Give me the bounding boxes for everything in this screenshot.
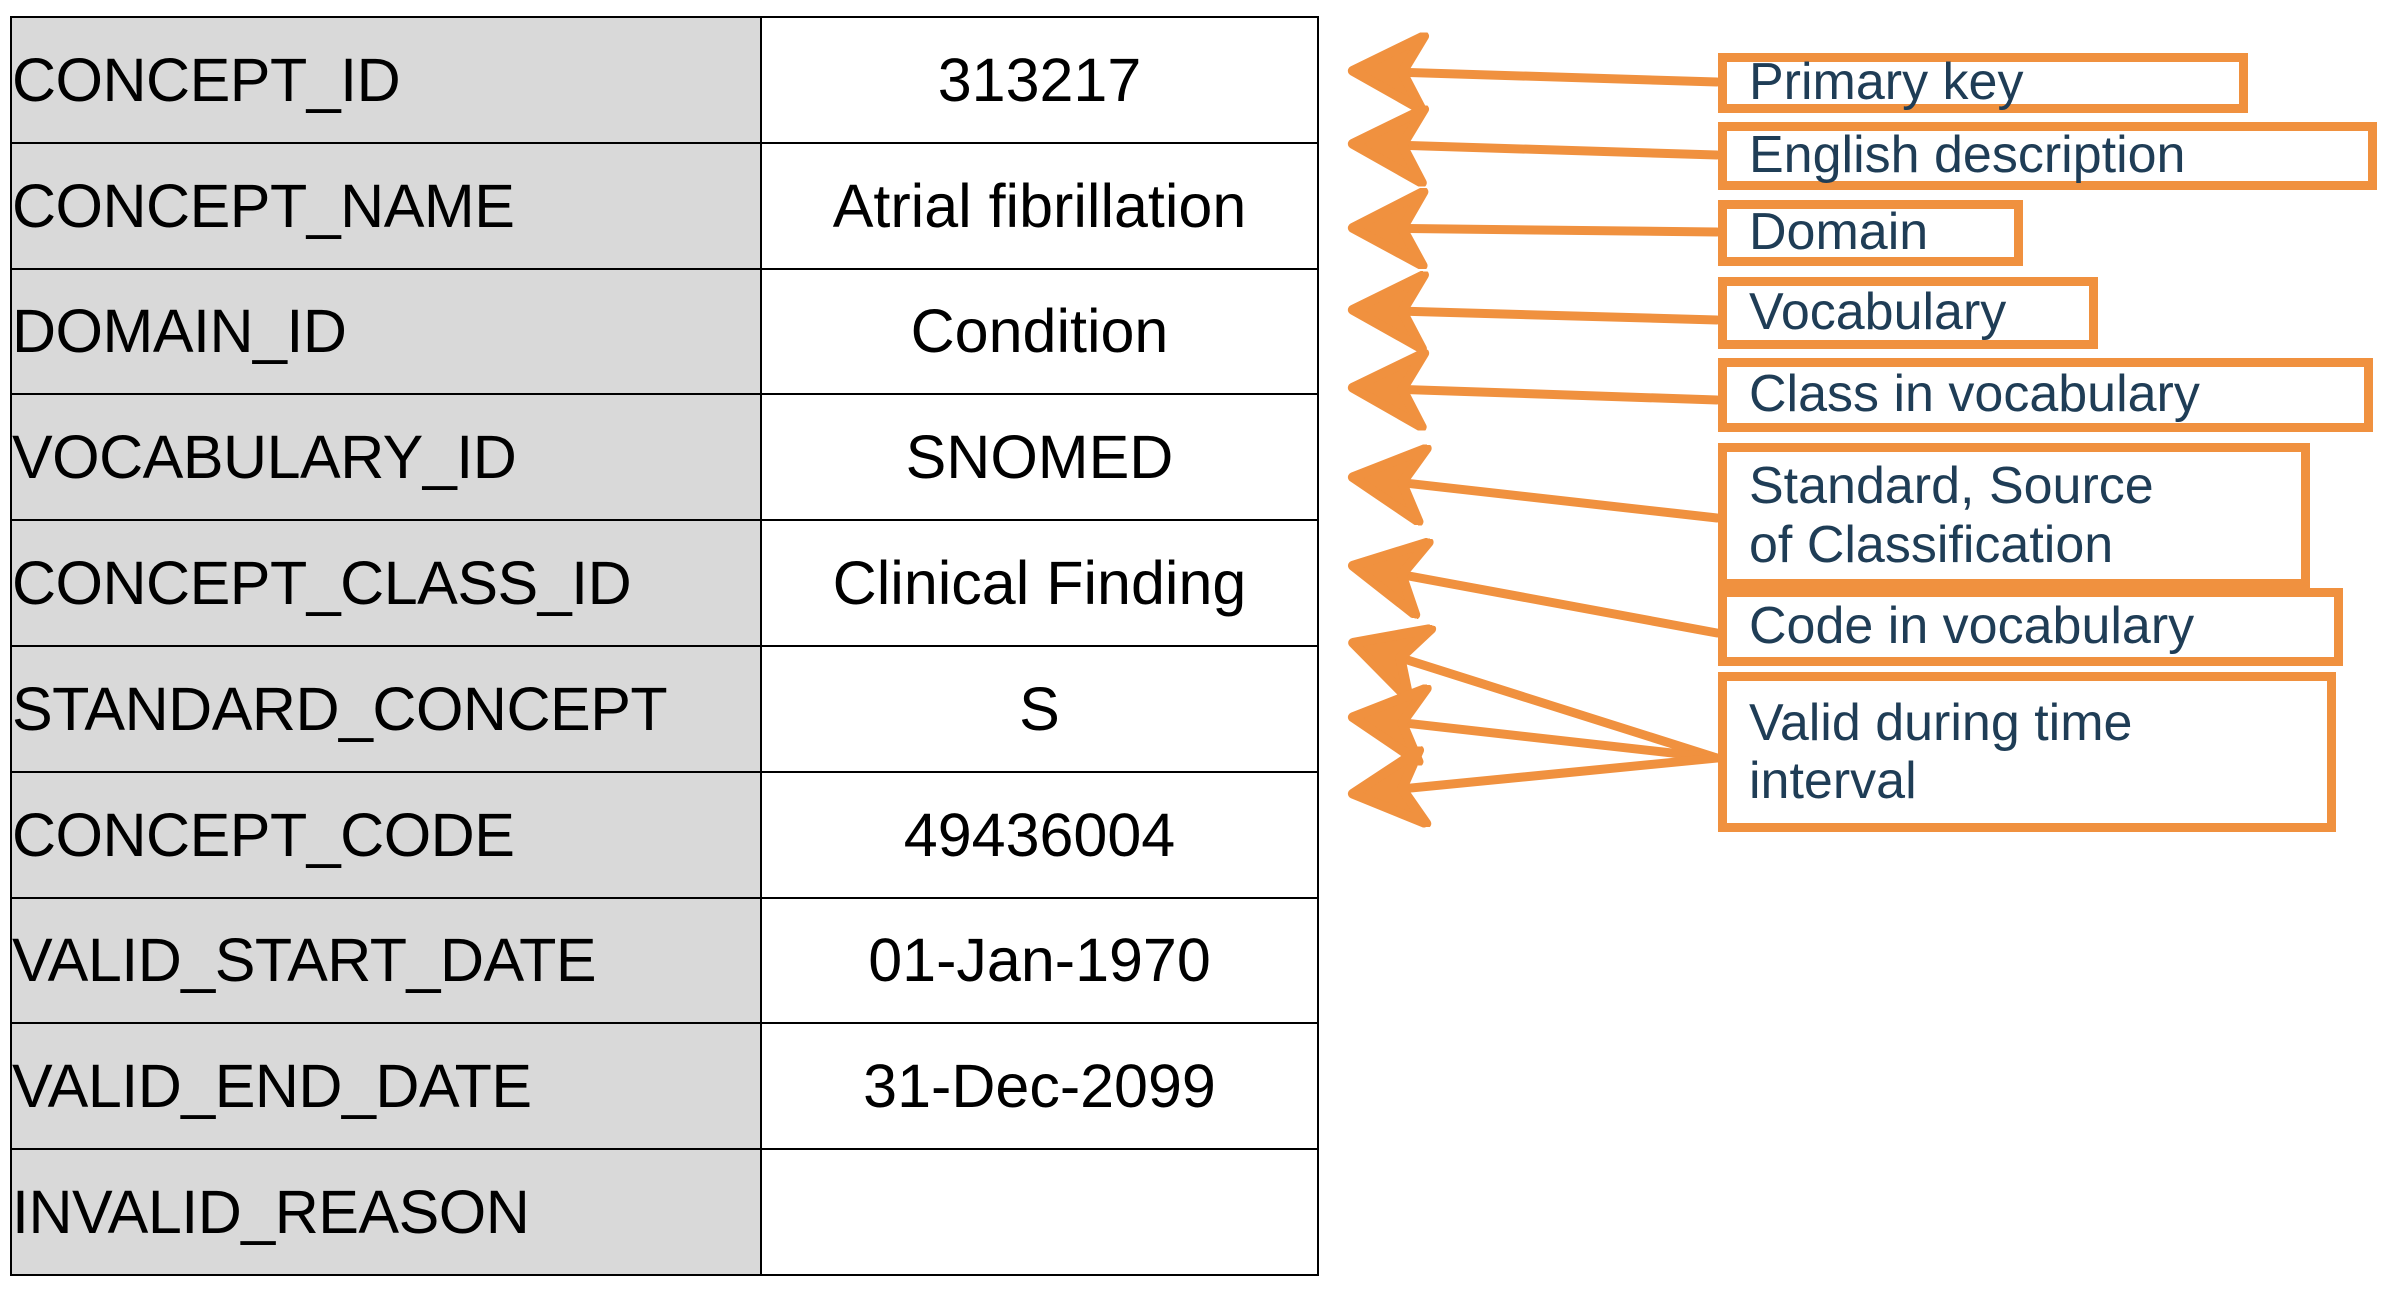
- table-row: VALID_START_DATE 01-Jan-1970: [10, 896, 1319, 1025]
- field-name-cell: STANDARD_CONCEPT: [10, 644, 762, 773]
- field-name-cell: VALID_START_DATE: [10, 896, 762, 1025]
- diagram-canvas: CONCEPT_ID 313217 CONCEPT_NAME Atrial fi…: [0, 0, 2381, 1293]
- arrow-standard-source: [1360, 478, 1722, 518]
- callout-english-description: English description: [1718, 122, 2377, 190]
- arrow-code-in-vocabulary: [1360, 567, 1722, 638]
- field-value-cell: SNOMED: [760, 393, 1319, 522]
- callout-domain: Domain: [1718, 200, 2023, 266]
- field-value-cell: [760, 1148, 1319, 1276]
- callout-code-in-vocabulary: Code in vocabulary: [1718, 588, 2343, 666]
- arrow-invalid-reason: [1360, 758, 1722, 793]
- callout-primary-key: Primary key: [1718, 53, 2248, 113]
- field-name-cell: CONCEPT_CLASS_ID: [10, 519, 762, 647]
- table-row: CONCEPT_CLASS_ID Clinical Finding: [10, 519, 1319, 647]
- table-row: CONCEPT_ID 313217: [10, 16, 1319, 144]
- table-row: CONCEPT_NAME Atrial fibrillation: [10, 141, 1319, 270]
- field-value-cell: S: [760, 644, 1319, 773]
- callout-valid-during-interval: Valid during time interval: [1718, 672, 2336, 832]
- table-row: INVALID_REASON: [10, 1148, 1319, 1276]
- field-name-cell: VOCABULARY_ID: [10, 393, 762, 522]
- field-name-cell: VALID_END_DATE: [10, 1022, 762, 1151]
- field-value-cell: 49436004: [760, 770, 1319, 899]
- callout-class-in-vocabulary: Class in vocabulary: [1718, 358, 2373, 432]
- table-row: VALID_END_DATE 31-Dec-2099: [10, 1022, 1319, 1151]
- arrow-valid-end-date: [1360, 718, 1722, 758]
- arrow-class-in-vocabulary: [1360, 388, 1722, 400]
- arrow-valid-start-date: [1360, 645, 1722, 763]
- field-value-cell: 01-Jan-1970: [760, 896, 1319, 1025]
- field-value-cell: 31-Dec-2099: [760, 1022, 1319, 1151]
- table-row: CONCEPT_CODE 49436004: [10, 770, 1319, 899]
- field-value-cell: 313217: [760, 16, 1319, 144]
- arrow-domain: [1360, 228, 1722, 232]
- field-name-cell: CONCEPT_NAME: [10, 141, 762, 270]
- arrow-english-description: [1360, 144, 1722, 155]
- callout-vocabulary: Vocabulary: [1718, 277, 2098, 349]
- table-row: VOCABULARY_ID SNOMED: [10, 393, 1319, 522]
- field-name-cell: INVALID_REASON: [10, 1148, 762, 1276]
- callout-standard-source: Standard, Source of Classification: [1718, 443, 2310, 588]
- field-name-cell: DOMAIN_ID: [10, 267, 762, 396]
- arrow-primary-key: [1360, 71, 1722, 82]
- concept-table: CONCEPT_ID 313217 CONCEPT_NAME Atrial fi…: [10, 16, 1319, 1276]
- field-name-cell: CONCEPT_ID: [10, 16, 762, 144]
- arrow-vocabulary: [1360, 310, 1722, 320]
- table-row: STANDARD_CONCEPT S: [10, 644, 1319, 773]
- field-value-cell: Clinical Finding: [760, 519, 1319, 647]
- field-value-cell: Condition: [760, 267, 1319, 396]
- field-name-cell: CONCEPT_CODE: [10, 770, 762, 899]
- field-value-cell: Atrial fibrillation: [760, 141, 1319, 270]
- table-row: DOMAIN_ID Condition: [10, 267, 1319, 396]
